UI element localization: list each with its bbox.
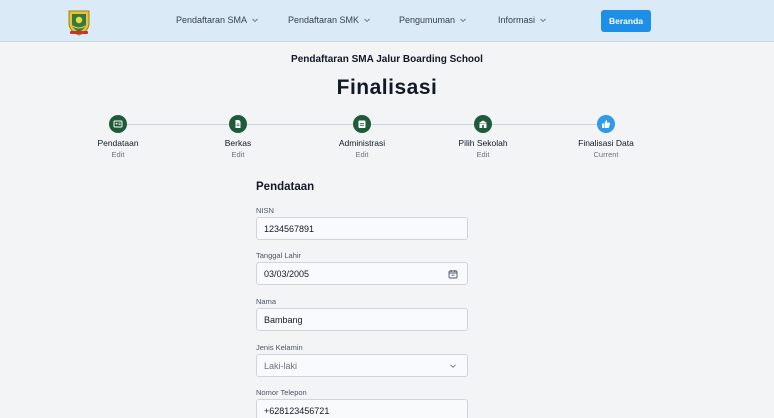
thumbs-up-icon <box>602 120 610 128</box>
file-icon <box>235 120 241 128</box>
nav-item-pendaftaran-sma[interactable]: Pendaftaran SMA <box>176 15 259 25</box>
step-label: Berkas <box>224 138 252 148</box>
name-value: Bambang <box>264 314 303 325</box>
step-pendataan[interactable]: Pendataan Edit <box>73 115 163 159</box>
nav-item-pengumuman[interactable]: Pengumuman <box>399 15 467 25</box>
page-title: Finalisasi <box>336 76 438 99</box>
nav-item-pendaftaran-smk[interactable]: Pendaftaran SMK <box>288 15 371 25</box>
step-status: Edit <box>355 150 369 159</box>
nisn-field[interactable]: 1234567891 <box>256 217 468 240</box>
step-status: Edit <box>111 150 125 159</box>
nav-item-label: Informasi <box>498 15 536 25</box>
step-label: Pendataan <box>97 138 139 148</box>
gender-value: Laki-laki <box>264 360 298 371</box>
nisn-label: NISN <box>256 206 274 215</box>
gender-select[interactable]: Laki-laki <box>256 354 468 377</box>
province-logo[interactable] <box>66 8 92 36</box>
beranda-button[interactable]: Beranda <box>601 10 651 32</box>
step-administrasi[interactable]: Administrasi Edit <box>317 115 407 159</box>
nav-item-informasi[interactable]: Informasi <box>498 15 547 25</box>
nav-item-label: Pengumuman <box>399 15 456 25</box>
step-pilih-sekolah[interactable]: Pilih Sekolah Edit <box>438 115 528 159</box>
nisn-value: 1234567891 <box>264 223 315 234</box>
nav-item-label: Pendaftaran SMA <box>176 15 248 25</box>
name-label: Nama <box>256 297 277 306</box>
step-circle <box>229 115 247 133</box>
birth-date-field[interactable]: 03/03/2005 <box>256 262 468 285</box>
phone-value: +628123456721 <box>264 405 330 416</box>
calendar-icon[interactable] <box>448 269 458 279</box>
step-circle <box>353 115 371 133</box>
step-label: Pilih Sekolah <box>458 138 508 148</box>
clipboard-icon <box>358 120 366 128</box>
school-icon <box>479 120 487 128</box>
chevron-down-icon <box>540 18 546 23</box>
chevron-down-icon <box>364 18 370 23</box>
step-label: Finalisasi Data <box>578 138 634 148</box>
section-title-pendataan: Pendataan <box>256 181 315 193</box>
chevron-down-icon <box>252 18 258 23</box>
chevron-down-icon <box>460 18 466 23</box>
phone-field[interactable]: +628123456721 <box>256 399 468 418</box>
step-circle <box>109 115 127 133</box>
birth-date-label: Tanggal Lahir <box>256 251 302 260</box>
nav-item-label: Pendaftaran SMK <box>288 15 360 25</box>
page: Pendaftaran SMA Pendaftaran SMK Pengumum… <box>0 0 774 418</box>
step-label: Administrasi <box>338 138 386 148</box>
phone-label: Nomor Telepon <box>256 388 307 397</box>
step-berkas[interactable]: Berkas Edit <box>193 115 283 159</box>
step-circle <box>597 115 615 133</box>
step-status: Edit <box>476 150 490 159</box>
chevron-down-icon <box>450 364 456 368</box>
name-field[interactable]: Bambang <box>256 308 468 331</box>
step-circle <box>474 115 492 133</box>
gender-label: Jenis Kelamin <box>256 343 303 352</box>
step-finalisasi-data[interactable]: Finalisasi Data Current <box>561 115 651 159</box>
step-status: Edit <box>231 150 245 159</box>
id-card-icon <box>113 120 123 128</box>
top-navbar: Pendaftaran SMA Pendaftaran SMK Pengumum… <box>0 0 774 42</box>
step-status: Current <box>593 150 619 159</box>
birth-date-value: 03/03/2005 <box>264 268 310 279</box>
page-subtitle: Pendaftaran SMA Jalur Boarding School <box>291 54 483 65</box>
